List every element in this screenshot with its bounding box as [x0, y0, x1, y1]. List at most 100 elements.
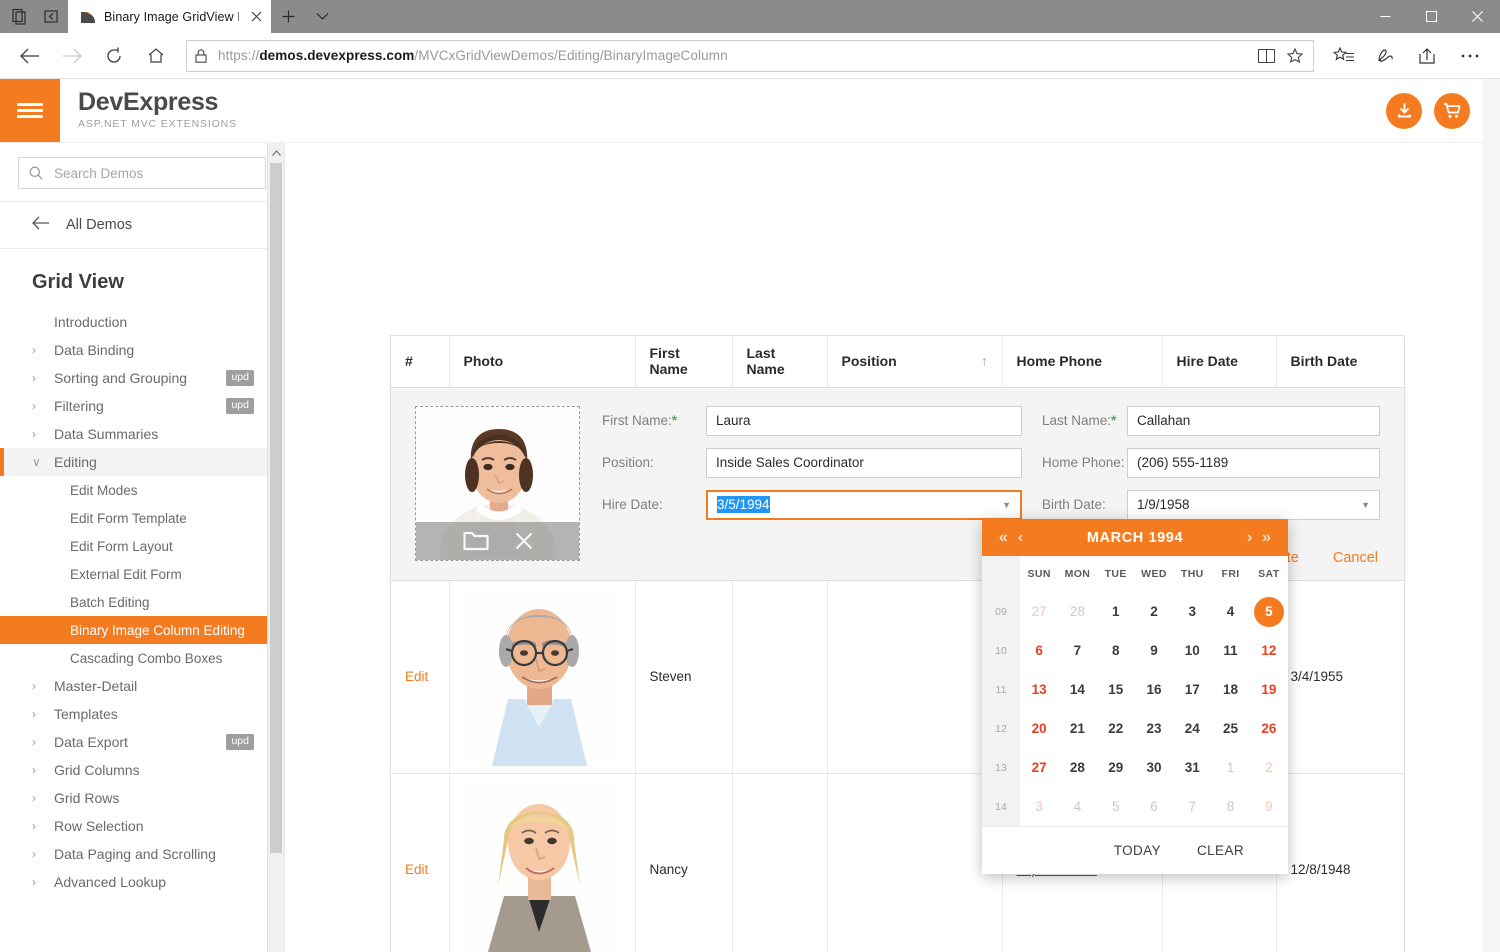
all-demos-link[interactable]: All Demos	[0, 201, 284, 249]
address-bar[interactable]: https://demos.devexpress.com/MVCxGridVie…	[186, 40, 1314, 72]
tab-list-dropdown-icon[interactable]	[305, 0, 339, 33]
calendar-day[interactable]: 10	[1173, 631, 1211, 670]
calendar-day[interactable]: 20	[1020, 709, 1058, 748]
calendar-day[interactable]: 21	[1058, 709, 1096, 748]
calendar-day[interactable]: 9	[1250, 787, 1288, 826]
sidebar-item-grid-rows[interactable]: ›Grid Rows	[0, 784, 284, 812]
sidebar-item-sorting-and-grouping[interactable]: ›Sorting and Groupingupd	[0, 364, 284, 392]
column-header-photo[interactable]: Photo	[449, 336, 635, 387]
browser-tab-active[interactable]: Binary Image GridView I	[68, 0, 271, 33]
sidebar-scroll-thumb[interactable]	[270, 163, 282, 853]
calendar-day[interactable]: 7	[1173, 787, 1211, 826]
sidebar-item-data-paging-and-scrolling[interactable]: ›Data Paging and Scrolling	[0, 840, 284, 868]
sidebar-item-grid-columns[interactable]: ›Grid Columns	[0, 756, 284, 784]
cancel-button[interactable]: Cancel	[1333, 550, 1378, 566]
field-input-first-name[interactable]: Laura	[706, 406, 1022, 436]
sidebar-item-editing[interactable]: ∨Editing	[0, 448, 284, 476]
scroll-up-arrow-icon[interactable]	[268, 145, 284, 161]
edit-link[interactable]: Edit	[405, 669, 428, 684]
calendar-last-next-icon[interactable]: »	[1258, 530, 1275, 546]
sidebar-item-edit-modes[interactable]: Edit Modes	[0, 476, 284, 504]
calendar-day[interactable]: 14	[1058, 670, 1096, 709]
page-scrollbar[interactable]	[1483, 79, 1500, 952]
edit-link[interactable]: Edit	[405, 862, 428, 877]
calendar-day[interactable]: 12	[1250, 631, 1288, 670]
column-header-last-name[interactable]: Last Name	[732, 336, 827, 387]
calendar-next-icon[interactable]: ›	[1241, 530, 1258, 546]
calendar-day[interactable]: 6	[1020, 631, 1058, 670]
more-ellipsis-icon[interactable]	[1450, 38, 1490, 74]
favorite-star-icon[interactable]	[1285, 46, 1305, 66]
search-input[interactable]: Search Demos	[18, 157, 266, 189]
shopping-cart-icon[interactable]	[1434, 93, 1470, 129]
set-tabs-aside-icon[interactable]	[42, 8, 60, 26]
sidebar-item-data-binding[interactable]: ›Data Binding	[0, 336, 284, 364]
calendar-day[interactable]: 25	[1211, 709, 1249, 748]
tab-close-icon[interactable]	[247, 8, 265, 26]
sidebar-item-templates[interactable]: ›Templates	[0, 700, 284, 728]
calendar-first-prev-icon[interactable]: «	[995, 530, 1012, 546]
sidebar-item-introduction[interactable]: Introduction	[0, 308, 284, 336]
calendar-day[interactable]: 17	[1173, 670, 1211, 709]
dropdown-arrow-icon[interactable]: ▼	[1002, 500, 1011, 510]
column-header-first-name[interactable]: First Name	[635, 336, 732, 387]
calendar-day[interactable]: 3	[1173, 592, 1211, 631]
field-input-position[interactable]: Inside Sales Coordinator	[706, 448, 1022, 478]
dropdown-arrow-icon[interactable]: ▼	[1361, 500, 1370, 510]
brand-block[interactable]: DevExpress ASP.NET MVC EXTENSIONS	[60, 79, 237, 142]
sidebar-scrollbar[interactable]	[267, 143, 284, 952]
calendar-today-button[interactable]: TODAY	[1114, 843, 1161, 858]
share-icon[interactable]	[1408, 38, 1448, 74]
calendar-day[interactable]: 27	[1020, 748, 1058, 787]
calendar-day[interactable]: 30	[1135, 748, 1173, 787]
calendar-day[interactable]: 13	[1020, 670, 1058, 709]
sidebar-item-external-edit-form[interactable]: External Edit Form	[0, 560, 284, 588]
calendar-day[interactable]: 18	[1211, 670, 1249, 709]
sidebar-item-master-detail[interactable]: ›Master-Detail	[0, 672, 284, 700]
column-header-hire-date[interactable]: Hire Date	[1162, 336, 1276, 387]
calendar-day[interactable]: 4	[1058, 787, 1096, 826]
calendar-day[interactable]: 1	[1211, 748, 1249, 787]
calendar-day[interactable]: 3	[1020, 787, 1058, 826]
field-input-birth-date[interactable]: 1/9/1958▼	[1127, 490, 1380, 520]
clear-x-icon[interactable]	[515, 532, 533, 550]
calendar-day[interactable]: 7	[1058, 631, 1096, 670]
calendar-day-selected[interactable]: 5	[1250, 592, 1288, 631]
sidebar-item-data-summaries[interactable]: ›Data Summaries	[0, 420, 284, 448]
sidebar-item-advanced-lookup[interactable]: ›Advanced Lookup	[0, 868, 284, 896]
calendar-day[interactable]: 24	[1173, 709, 1211, 748]
calendar-day[interactable]: 31	[1173, 748, 1211, 787]
calendar-day[interactable]: 1	[1097, 592, 1135, 631]
field-input-home-phone[interactable]: (206) 555-1189	[1127, 448, 1380, 478]
refresh-button[interactable]	[94, 38, 134, 74]
calendar-day[interactable]: 8	[1097, 631, 1135, 670]
web-note-pen-icon[interactable]	[1366, 38, 1406, 74]
tab-preview-icon[interactable]	[10, 8, 28, 26]
column-header-home-phone[interactable]: Home Phone	[1002, 336, 1162, 387]
column-header-position[interactable]: Position↑	[827, 336, 1002, 387]
date-picker-calendar[interactable]: « ‹ MARCH 1994 › » 091011121314 SUNMONTU…	[982, 519, 1288, 874]
calendar-day[interactable]: 8	[1211, 787, 1249, 826]
column-header-birth-date[interactable]: Birth Date	[1276, 336, 1404, 387]
minimize-button[interactable]	[1362, 0, 1408, 33]
sidebar-item-filtering[interactable]: ›Filteringupd	[0, 392, 284, 420]
folder-open-icon[interactable]	[463, 530, 489, 551]
photo-upload-control[interactable]	[415, 406, 580, 561]
calendar-day[interactable]: 26	[1250, 709, 1288, 748]
calendar-day[interactable]: 16	[1135, 670, 1173, 709]
calendar-clear-button[interactable]: CLEAR	[1197, 843, 1244, 858]
maximize-button[interactable]	[1408, 0, 1454, 33]
calendar-prev-icon[interactable]: ‹	[1012, 530, 1029, 546]
sidebar-item-data-export[interactable]: ›Data Exportupd	[0, 728, 284, 756]
calendar-day[interactable]: 5	[1097, 787, 1135, 826]
calendar-day[interactable]: 2	[1250, 748, 1288, 787]
field-input-last-name[interactable]: Callahan	[1127, 406, 1380, 436]
calendar-title[interactable]: MARCH 1994	[1029, 530, 1241, 546]
calendar-day[interactable]: 28	[1058, 592, 1096, 631]
download-icon[interactable]	[1386, 93, 1422, 129]
sidebar-item-edit-form-layout[interactable]: Edit Form Layout	[0, 532, 284, 560]
calendar-day[interactable]: 6	[1135, 787, 1173, 826]
column-header-[interactable]: #	[391, 336, 449, 387]
sidebar-item-edit-form-template[interactable]: Edit Form Template	[0, 504, 284, 532]
calendar-day[interactable]: 4	[1211, 592, 1249, 631]
